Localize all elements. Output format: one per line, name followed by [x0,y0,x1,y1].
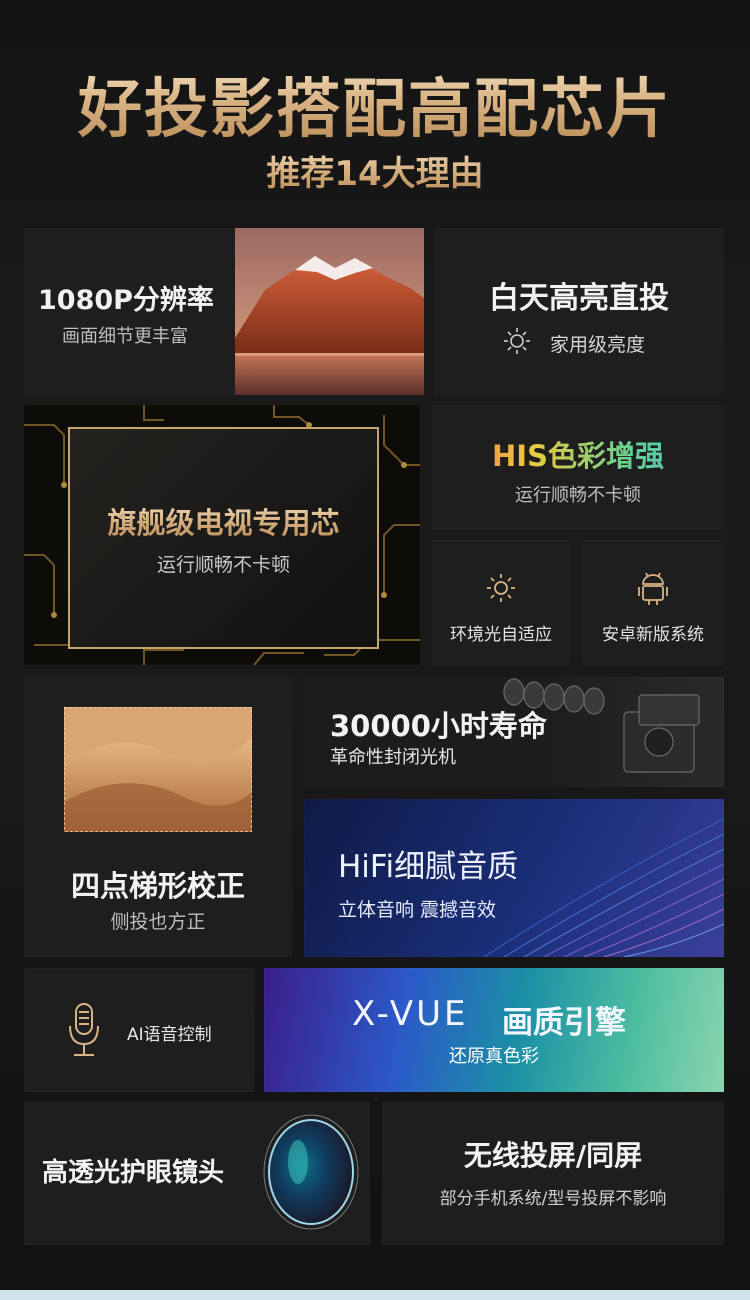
ambient-title: 环境光自适应 [450,625,552,645]
sun-icon [502,326,532,356]
card-android: 安卓新版系统 [582,540,724,665]
card-his: HIS色彩增强 运行顺畅不卡顿 [432,405,724,529]
card-lens: 高透光护眼镜头 [24,1102,370,1245]
hifi-title: HiFi细腻音质 [338,849,519,885]
xvue-desc: 还原真色彩 [449,1046,539,1067]
ai-voice-title: AI语音控制 [127,1025,212,1045]
chip-title: 旗舰级电视专用芯 [68,500,379,542]
hifi-desc: 立体音响 震撼音效 [338,899,497,921]
brightness-desc: 家用级亮度 [550,334,646,356]
card-xvue: X-VUE 画质引擎 还原真色彩 [264,968,724,1092]
dune-image [64,707,252,832]
resolution-desc: 画面细节更丰富 [62,326,188,347]
life-desc: 革命性封闭光机 [330,747,456,768]
his-title: HIS色彩增强 [432,433,724,475]
page-title: 好投影搭配高配芯片 [0,58,750,150]
mountain-image [235,228,424,395]
ambient-light-icon [485,572,517,604]
card-chip: 旗舰级电视专用芯 运行顺畅不卡顿 [24,405,420,665]
card-hifi: HiFi细腻音质 立体音响 震撼音效 [304,799,724,957]
microphone-icon [66,1002,102,1058]
card-ai-voice: AI语音控制 [24,968,254,1092]
card-brightness: 白天高亮直投 家用级亮度 [434,228,724,395]
xvue-brand: X-VUE [352,994,469,1034]
android-icon [637,570,669,606]
android-title: 安卓新版系统 [602,625,704,645]
brightness-title: 白天高亮直投 [489,281,669,316]
chip-desc: 运行顺畅不卡顿 [156,554,290,576]
page-subtitle: 推荐14大理由 [0,146,750,195]
bottom-strip [0,1290,750,1300]
keystone-desc: 侧投也方正 [110,911,206,933]
lens-title: 高透光护眼镜头 [42,1158,225,1188]
resolution-title: 1080P分辨率 [38,285,214,316]
card-ambient: 环境光自适应 [432,540,570,665]
card-keystone: 四点梯形校正 侧投也方正 [24,677,292,957]
cast-title: 无线投屏/同屏 [463,1139,643,1172]
card-life: 30000小时寿命 革命性封闭光机 [304,677,724,787]
keystone-title: 四点梯形校正 [70,869,245,903]
life-title: 30000小时寿命 [330,709,547,743]
lens-image [256,1112,366,1237]
card-cast: 无线投屏/同屏 部分手机系统/型号投屏不影响 [382,1102,724,1245]
his-desc: 运行顺畅不卡顿 [515,485,641,506]
card-resolution: 1080P分辨率 画面细节更丰富 [24,228,424,395]
cast-desc: 部分手机系统/型号投屏不影响 [439,1189,667,1209]
xvue-title: 画质引擎 [502,1005,626,1041]
